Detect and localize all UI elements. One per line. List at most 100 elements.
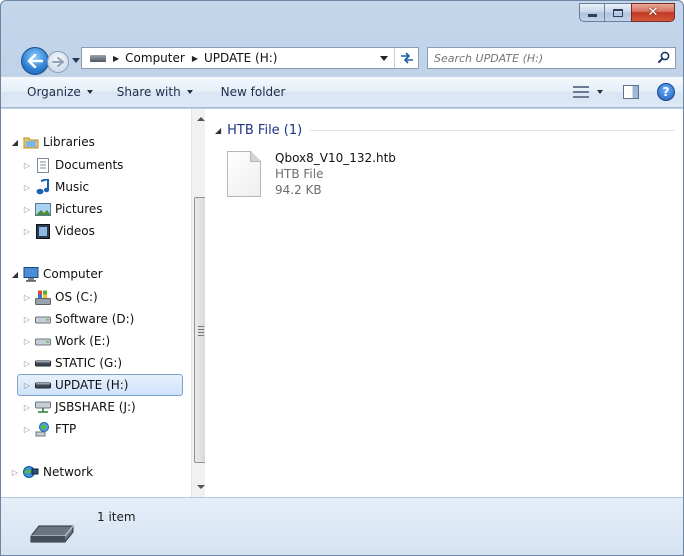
minimize-icon	[587, 14, 597, 17]
collapse-arrow-icon[interactable]: ◢	[9, 270, 21, 279]
view-options-chevron-icon[interactable]	[597, 90, 603, 94]
tree-item-os-drive[interactable]: ▷ OS (C:)	[21, 286, 98, 308]
tree-item-static-drive[interactable]: ▷ STATIC (G:)	[21, 352, 122, 374]
tree-label: Network	[43, 465, 94, 479]
expand-arrow-icon[interactable]: ▷	[21, 205, 33, 214]
expand-arrow-icon[interactable]: ▷	[21, 161, 33, 170]
documents-icon	[35, 157, 51, 173]
minimize-button[interactable]	[579, 3, 605, 22]
chevron-down-icon	[186, 90, 193, 94]
file-item[interactable]: Qbox8_V10_132.htb HTB File 94.2 KB	[227, 151, 396, 199]
organize-menu[interactable]: Organize	[19, 85, 101, 99]
breadcrumb-separator-icon[interactable]: ▶	[113, 54, 119, 63]
expand-arrow-icon[interactable]: ▷	[21, 425, 33, 434]
expand-arrow-icon[interactable]: ▷	[21, 337, 33, 346]
forward-button[interactable]	[47, 51, 69, 73]
navigation-row: ▶ Computer ▶ UPDATE (H:)	[1, 39, 683, 75]
videos-icon	[35, 223, 51, 239]
drive-icon	[90, 54, 106, 62]
group-divider	[310, 130, 675, 131]
network-icon	[23, 464, 39, 480]
expand-arrow-icon[interactable]: ▷	[21, 381, 33, 390]
computer-icon	[23, 266, 39, 282]
breadcrumb-separator-icon[interactable]: ▶	[192, 54, 198, 63]
tree-item-work-drive[interactable]: ▷ Work (E:)	[21, 330, 110, 352]
tree-label: UPDATE (H:)	[55, 378, 129, 392]
group-title: HTB File (1)	[227, 123, 303, 138]
tree-label: JSBSHARE (J:)	[55, 400, 136, 414]
network-drive-icon	[35, 399, 51, 415]
breadcrumb-computer[interactable]: Computer	[125, 51, 185, 65]
forward-arrow-icon	[52, 57, 64, 67]
tree-item-pictures[interactable]: ▷ Pictures	[21, 198, 103, 220]
music-icon	[35, 179, 51, 195]
chevron-down-icon	[86, 90, 93, 94]
new-folder-button[interactable]: New folder	[213, 85, 294, 99]
collapse-arrow-icon[interactable]: ◢	[9, 138, 21, 147]
view-controls: ?	[573, 83, 675, 101]
help-icon[interactable]: ?	[657, 83, 675, 101]
back-arrow-icon	[27, 54, 43, 68]
tree-item-music[interactable]: ▷ Music	[21, 176, 89, 198]
grip-icon	[198, 326, 204, 338]
tree-item-network[interactable]: ▷ Network	[9, 461, 93, 483]
tree-item-update-drive[interactable]: ▷ UPDATE (H:)	[17, 374, 183, 396]
file-name: Qbox8_V10_132.htb	[275, 151, 396, 165]
tree-label: Documents	[55, 158, 124, 172]
tree-label: OS (C:)	[55, 290, 98, 304]
file-list-pane[interactable]: ◢ HTB File (1) Qbox8_V10_132.htb HTB Fil…	[205, 109, 683, 497]
file-type: HTB File	[275, 167, 324, 181]
search-box[interactable]	[427, 47, 676, 69]
expand-arrow-icon[interactable]: ▷	[21, 227, 33, 236]
search-icon[interactable]	[658, 51, 670, 63]
expand-arrow-icon[interactable]: ▷	[21, 359, 33, 368]
collapse-arrow-icon[interactable]: ◢	[215, 126, 221, 135]
tree-label: Work (E:)	[55, 334, 111, 348]
tree-label: Software (D:)	[55, 312, 135, 326]
back-button[interactable]	[21, 47, 49, 75]
share-with-label: Share with	[116, 85, 181, 99]
share-with-menu[interactable]: Share with	[109, 85, 201, 99]
hard-drive-icon	[35, 333, 51, 349]
expand-arrow-icon[interactable]: ▷	[21, 403, 33, 412]
maximize-button[interactable]	[604, 3, 632, 22]
item-count: 1 item	[97, 510, 136, 524]
tree-label: Pictures	[55, 202, 103, 216]
command-bar: Organize Share with New folder ?	[1, 76, 683, 108]
expand-arrow-icon[interactable]: ▷	[21, 315, 33, 324]
navigation-pane: ◢ Libraries ▷ Documents ▷ Music ▷ Pictur…	[9, 109, 208, 497]
address-bar[interactable]: ▶ Computer ▶ UPDATE (H:)	[81, 47, 419, 69]
expand-arrow-icon[interactable]: ▷	[21, 293, 33, 302]
tree-item-computer[interactable]: ◢ Computer	[9, 263, 103, 285]
tree-label: Music	[55, 180, 90, 194]
search-input[interactable]	[434, 51, 644, 65]
tree-label: Videos	[55, 224, 95, 238]
caption-buttons: ✕	[579, 3, 675, 22]
address-dropdown-icon[interactable]	[380, 56, 388, 61]
hard-drive-icon	[35, 311, 51, 327]
windows-drive-icon	[35, 289, 51, 305]
scroll-up-icon[interactable]	[197, 117, 205, 121]
close-icon: ✕	[647, 5, 659, 20]
refresh-icon	[400, 52, 413, 64]
tree-item-documents[interactable]: ▷ Documents	[21, 154, 123, 176]
close-button[interactable]: ✕	[631, 3, 675, 22]
tree-item-jsbshare-drive[interactable]: ▷ JSBSHARE (J:)	[21, 396, 136, 418]
scroll-down-icon[interactable]	[197, 485, 205, 489]
recent-pages-chevron-icon[interactable]	[72, 58, 80, 63]
expand-arrow-icon[interactable]: ▷	[21, 183, 33, 192]
change-view-icon[interactable]	[573, 85, 589, 99]
group-header[interactable]: ◢ HTB File (1)	[215, 123, 675, 138]
generic-file-icon	[227, 151, 261, 197]
tree-item-libraries[interactable]: ◢ Libraries	[9, 131, 95, 153]
tree-label: Computer	[43, 267, 103, 281]
preview-pane-icon[interactable]	[623, 85, 639, 99]
tree-item-software-drive[interactable]: ▷ Software (D:)	[21, 308, 134, 330]
breadcrumb-update-drive[interactable]: UPDATE (H:)	[204, 51, 277, 65]
refresh-button[interactable]	[394, 48, 418, 68]
removable-drive-icon	[35, 377, 51, 393]
tree-item-videos[interactable]: ▷ Videos	[21, 220, 95, 242]
libraries-icon	[23, 134, 39, 150]
tree-item-ftp[interactable]: ▷ FTP	[21, 418, 76, 440]
expand-arrow-icon[interactable]: ▷	[9, 468, 21, 477]
